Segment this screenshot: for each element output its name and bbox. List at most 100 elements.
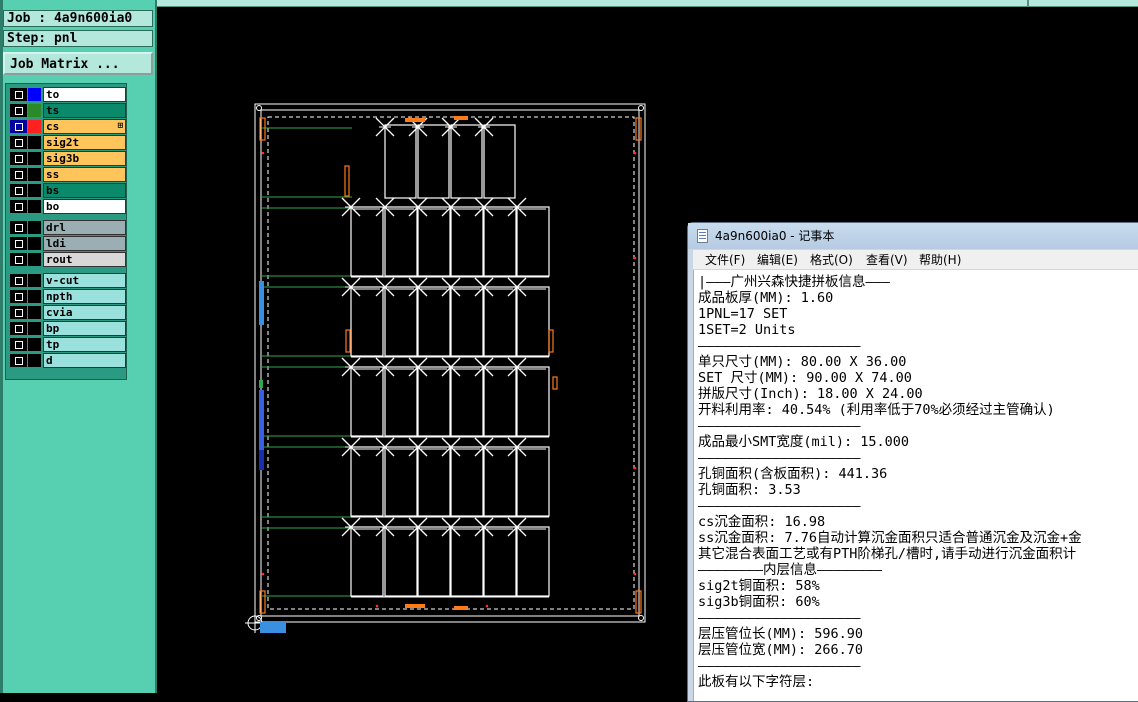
notepad-menubar: 文件(F) 编辑(E) 格式(O) 查看(V) 帮助(H) xyxy=(693,250,1138,270)
pcb-unit xyxy=(450,286,484,357)
layer-row-bs[interactable]: bs xyxy=(8,183,126,198)
pcb-unit xyxy=(483,124,516,199)
layer-checkbox[interactable] xyxy=(10,104,27,117)
layer-name-label[interactable]: v-cut xyxy=(43,273,126,288)
layer-checkbox[interactable] xyxy=(10,200,27,213)
notepad-text-line: SET 尺寸(MM): 90.00 X 74.00 xyxy=(698,370,912,386)
layer-color-swatch[interactable] xyxy=(28,221,41,234)
layer-row-v-cut[interactable]: v-cut xyxy=(8,273,126,288)
notepad-text-line: ———————————————————— xyxy=(698,498,861,514)
layer-name-label[interactable]: to xyxy=(43,87,126,102)
layer-color-swatch[interactable] xyxy=(28,290,41,303)
layer-name-label[interactable]: npth xyxy=(43,289,126,304)
layer-row-ts[interactable]: ts xyxy=(8,103,126,118)
layer-name-label[interactable]: d xyxy=(43,353,126,368)
layer-row-cvia[interactable]: cvia xyxy=(8,305,126,320)
pcb-unit xyxy=(516,526,550,597)
pcb-unit xyxy=(450,446,484,517)
layer-name-label[interactable]: ldi xyxy=(43,236,126,251)
layer-color-swatch[interactable] xyxy=(28,237,41,250)
layer-name-label[interactable]: tp xyxy=(43,337,126,352)
tooling-pad xyxy=(405,604,425,608)
layer-checkbox[interactable] xyxy=(10,253,27,266)
notepad-menu-item[interactable]: 帮助(H) xyxy=(915,250,965,270)
layer-color-swatch[interactable] xyxy=(28,168,41,181)
layer-color-swatch[interactable] xyxy=(28,322,41,335)
layer-color-swatch[interactable] xyxy=(28,88,41,101)
layer-checkbox[interactable] xyxy=(10,290,27,303)
registration-dot xyxy=(375,604,379,608)
layer-color-swatch[interactable] xyxy=(28,120,41,133)
layer-row-ss[interactable]: ss xyxy=(8,167,126,182)
layer-color-swatch[interactable] xyxy=(28,354,41,367)
layer-row-rout[interactable]: rout xyxy=(8,252,126,267)
layer-name-label[interactable]: ss xyxy=(43,167,126,182)
layer-color-swatch[interactable] xyxy=(28,253,41,266)
layer-checkbox[interactable] xyxy=(10,306,27,319)
layer-color-swatch[interactable] xyxy=(28,274,41,287)
side-bar-blue xyxy=(259,281,264,325)
layer-row-drl[interactable]: drl xyxy=(8,220,126,235)
layer-checkbox[interactable] xyxy=(10,338,27,351)
notepad-menu-item[interactable]: 格式(O) xyxy=(806,250,857,270)
layer-checkbox[interactable] xyxy=(10,237,27,250)
layer-color-swatch[interactable] xyxy=(28,184,41,197)
layer-color-swatch[interactable] xyxy=(28,136,41,149)
notepad-text-line: ———————————————————— xyxy=(698,418,861,434)
layer-row-d[interactable]: d xyxy=(8,353,126,368)
layer-row-npth[interactable]: npth xyxy=(8,289,126,304)
layer-row-sig3b[interactable]: sig3b xyxy=(8,151,126,166)
registration-dot xyxy=(261,151,265,155)
layer-color-swatch[interactable] xyxy=(28,200,41,213)
layer-row-sig2t[interactable]: sig2t xyxy=(8,135,126,150)
layer-checkbox[interactable] xyxy=(10,322,27,335)
layer-row-to[interactable]: to xyxy=(8,87,126,102)
layer-name-label[interactable]: bs xyxy=(43,183,126,198)
layer-checkbox[interactable] xyxy=(10,221,27,234)
layer-name-label[interactable]: sig2t xyxy=(43,135,126,150)
pcb-unit xyxy=(384,446,418,517)
pcb-unit xyxy=(384,526,418,597)
job-matrix-button[interactable]: Job Matrix ... xyxy=(3,52,153,75)
notepad-text-line: 单只尺寸(MM): 80.00 X 36.00 xyxy=(698,354,907,370)
checkbox-square-icon xyxy=(14,202,23,211)
layer-row-ldi[interactable]: ldi xyxy=(8,236,126,251)
checkbox-square-icon xyxy=(14,138,23,147)
checkbox-square-icon xyxy=(14,154,23,163)
layer-name-label[interactable]: bo xyxy=(43,199,126,214)
layer-checkbox[interactable] xyxy=(10,168,27,181)
layer-color-swatch[interactable] xyxy=(28,338,41,351)
layer-name-label[interactable]: cs ⊞ xyxy=(43,119,126,134)
layer-checkbox[interactable] xyxy=(10,274,27,287)
layer-color-swatch[interactable] xyxy=(28,152,41,165)
notepad-text-line: 孔铜面积(含板面积): 441.36 xyxy=(698,466,888,482)
layer-checkbox[interactable] xyxy=(10,88,27,101)
layer-name-label[interactable]: ts xyxy=(43,103,126,118)
layer-checkbox[interactable] xyxy=(10,136,27,149)
notepad-menu-item[interactable]: 文件(F) xyxy=(701,250,749,270)
layer-name-label[interactable]: rout xyxy=(43,252,126,267)
layer-color-swatch[interactable] xyxy=(28,306,41,319)
layer-name-label[interactable]: drl xyxy=(43,220,126,235)
notepad-text-area[interactable]: |———广州兴森快捷拼板信息——— 成品板厚(MM): 1.60 1PNL=17 S… xyxy=(693,270,1138,701)
layer-name-label[interactable]: cvia xyxy=(43,305,126,320)
layer-color-swatch[interactable] xyxy=(28,104,41,117)
layer-checkbox[interactable] xyxy=(10,354,27,367)
layer-checkbox[interactable] xyxy=(10,152,27,165)
notepad-text-line: sig3b铜面积: 60% xyxy=(698,594,820,610)
layer-row-bp[interactable]: bp xyxy=(8,321,126,336)
layer-row-tp[interactable]: tp xyxy=(8,337,126,352)
notepad-menu-item[interactable]: 编辑(E) xyxy=(753,250,802,270)
notepad-titlebar[interactable]: 4a9n600ia0 - 记事本 xyxy=(688,223,1138,249)
layer-row-cs[interactable]: cs ⊞ xyxy=(8,119,126,134)
checkbox-square-icon xyxy=(14,356,23,365)
notepad-window[interactable]: 4a9n600ia0 - 记事本 文件(F) 编辑(E) 格式(O) 查看(V) 帮助(… xyxy=(687,222,1138,702)
layer-name-label[interactable]: sig3b xyxy=(43,151,126,166)
layer-row-bo[interactable]: bo xyxy=(8,199,126,214)
layer-checkbox[interactable] xyxy=(10,120,27,133)
layer-checkbox[interactable] xyxy=(10,184,27,197)
notepad-text-line: ss沉金面积: 7.76自动计算沉金面积只适合普通沉金及沉金+金 xyxy=(698,530,1082,546)
layer-name-label[interactable]: bp xyxy=(43,321,126,336)
notepad-menu-item[interactable]: 查看(V) xyxy=(862,250,912,270)
pcb-unit xyxy=(384,286,418,357)
